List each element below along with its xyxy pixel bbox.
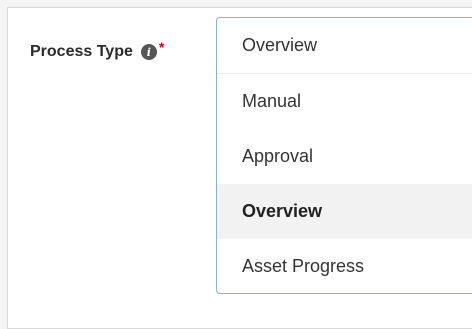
- required-indicator: *: [158, 39, 165, 55]
- dropdown-option-overview[interactable]: Overview: [217, 184, 472, 239]
- dropdown-current-value[interactable]: Overview: [217, 18, 472, 74]
- dropdown-option-asset-progress[interactable]: Asset Progress: [217, 239, 472, 293]
- info-circle-icon[interactable]: i: [140, 44, 157, 60]
- dropdown-option-approval[interactable]: Approval: [217, 129, 472, 184]
- field-label-row: Process Type i *: [30, 39, 164, 61]
- process-type-dropdown[interactable]: Overview Manual Approval Overview Asset …: [216, 17, 472, 294]
- process-type-label: Process Type: [30, 43, 133, 60]
- dropdown-option-manual[interactable]: Manual: [217, 74, 472, 129]
